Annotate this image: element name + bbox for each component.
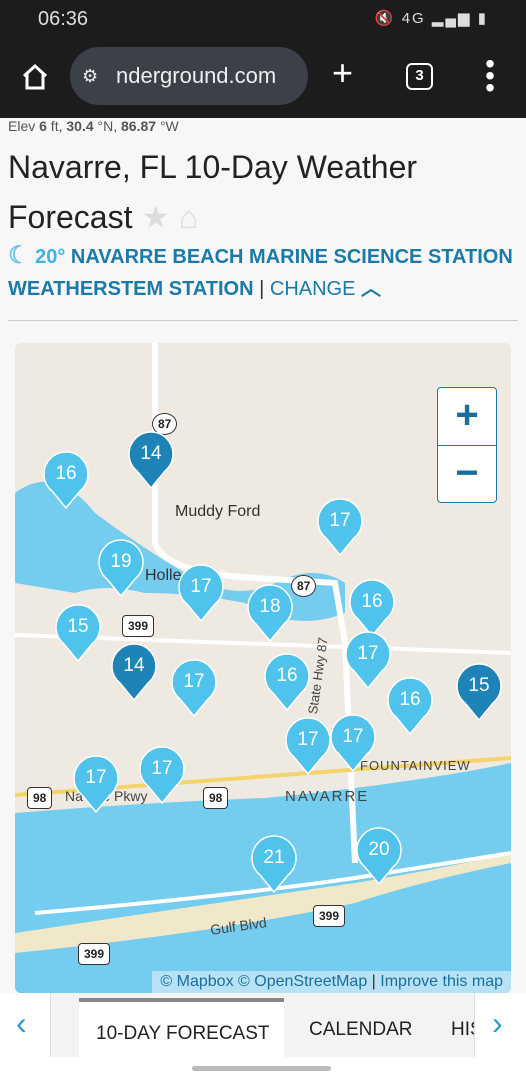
station-marker[interactable]: 17 (344, 631, 392, 690)
zoom-out-button[interactable]: − (438, 445, 496, 502)
gesture-handle (192, 1066, 331, 1071)
marker-temp: 17 (151, 758, 173, 779)
tab-switcher-button[interactable]: 3 (406, 63, 433, 90)
more-menu-icon[interactable]: • • • (480, 50, 500, 102)
marker-temp: 17 (357, 643, 379, 664)
marker-temp: 16 (361, 591, 383, 612)
station-marker[interactable]: 17 (329, 714, 377, 773)
marker-temp: 17 (342, 726, 364, 747)
tab-bar: 10-DAY FORECAST CALENDAR HISTORY (50, 993, 475, 1057)
road-shield: 399 (313, 905, 346, 927)
road-shield: 399 (78, 943, 111, 965)
tab-history[interactable]: HISTORY (451, 998, 474, 1057)
station-marker[interactable]: 18 (246, 584, 294, 643)
url-text: nderground.com (116, 63, 277, 88)
marker-temp: 16 (55, 463, 77, 484)
label-muddy-ford: Muddy Ford (175, 503, 261, 520)
marker-temp: 18 (259, 596, 281, 617)
divider (8, 320, 518, 321)
station-marker[interactable]: 17 (177, 564, 225, 623)
tab-calendar[interactable]: CALENDAR (309, 998, 412, 1057)
clock: 06:36 (38, 8, 89, 30)
marker-temp: 16 (399, 689, 421, 710)
station-marker[interactable]: 15 (455, 663, 503, 722)
station-marker[interactable]: 14 (110, 643, 158, 702)
chevron-up-icon[interactable]: ︿ (361, 278, 381, 300)
osm-link[interactable]: © OpenStreetMap (238, 973, 367, 990)
current-temp: 20° (35, 246, 66, 268)
browser-toolbar: ⚙ nderground.com + 3 • • • (0, 40, 526, 118)
zoom-control: + − (437, 387, 497, 503)
station-selector: ☾ 20° NAVARRE BEACH MARINE SCIENCE STATI… (8, 242, 513, 300)
station-marker[interactable]: 16 (386, 677, 434, 736)
elevation-coords: Elev 6 ft, 30.4 °N, 86.87 °W (8, 118, 179, 134)
station-marker[interactable]: 19 (97, 539, 145, 598)
address-bar[interactable]: ⚙ nderground.com (70, 47, 308, 105)
road-shield: 399 (122, 615, 155, 637)
station-marker[interactable]: 16 (348, 579, 396, 638)
marker-temp: 20 (368, 839, 390, 860)
marker-temp: 15 (468, 675, 490, 696)
station-marker[interactable]: 17 (284, 717, 332, 776)
status-icons: 🔇 4G ▂▄▆ ▮ (374, 10, 488, 27)
station-map[interactable]: Muddy Ford Holle NAVARRE FOUNTAINVIEW Na… (15, 343, 511, 993)
station-marker[interactable]: 17 (170, 659, 218, 718)
marker-temp: 17 (297, 729, 319, 750)
marker-temp: 15 (67, 616, 89, 637)
chevron-left-icon[interactable]: ‹ (16, 1005, 27, 1042)
moon-icon: ☾ (8, 242, 30, 269)
station-marker[interactable]: 17 (138, 746, 186, 805)
station-marker[interactable]: 17 (72, 755, 120, 814)
improve-map-link[interactable]: Improve this map (380, 973, 503, 990)
marker-temp: 17 (85, 767, 107, 788)
road-shield: 98 (27, 787, 53, 809)
label-navarre: NAVARRE (285, 788, 370, 805)
station-marker[interactable]: 20 (355, 827, 403, 886)
label-holley: Holle (145, 567, 182, 584)
station-marker[interactable]: 16 (42, 451, 90, 510)
tab-10-day-forecast[interactable]: 10-DAY FORECAST (79, 998, 284, 1057)
change-station-link[interactable]: CHANGE (270, 278, 356, 300)
marker-temp: 17 (329, 510, 351, 531)
marker-temp: 14 (123, 655, 145, 676)
marker-temp: 19 (110, 551, 132, 572)
station-marker[interactable]: 15 (54, 604, 102, 663)
station-marker[interactable]: 14 (127, 431, 175, 490)
marker-temp: 21 (263, 847, 285, 868)
mapbox-link[interactable]: © Mapbox (160, 973, 233, 990)
favorite-star-icon[interactable]: ★ (141, 199, 170, 235)
map-attribution: © Mapbox © OpenStreetMap | Improve this … (152, 971, 511, 993)
marker-temp: 17 (183, 671, 205, 692)
site-settings-icon[interactable]: ⚙ (82, 47, 98, 105)
status-bar: 06:36 🔇 4G ▂▄▆ ▮ (0, 0, 526, 40)
home-icon[interactable] (20, 62, 50, 92)
zoom-in-button[interactable]: + (438, 388, 496, 445)
set-home-icon[interactable]: ⌂ (179, 199, 198, 235)
marker-temp: 17 (190, 576, 212, 597)
new-tab-button[interactable]: + (332, 52, 353, 94)
marker-temp: 16 (276, 665, 298, 686)
marker-temp: 14 (140, 443, 162, 464)
road-shield: 98 (203, 787, 229, 809)
station-marker[interactable]: 16 (263, 653, 311, 712)
station-marker[interactable]: 21 (250, 835, 298, 894)
page-title: Navarre, FL 10-Day Weather Forecast ★ ⌂ (8, 149, 418, 235)
bottom-nav: ‹ 10-DAY FORECAST CALENDAR HISTORY › (0, 993, 526, 1080)
chevron-right-icon[interactable]: › (492, 1005, 503, 1042)
station-marker[interactable]: 17 (316, 498, 364, 557)
